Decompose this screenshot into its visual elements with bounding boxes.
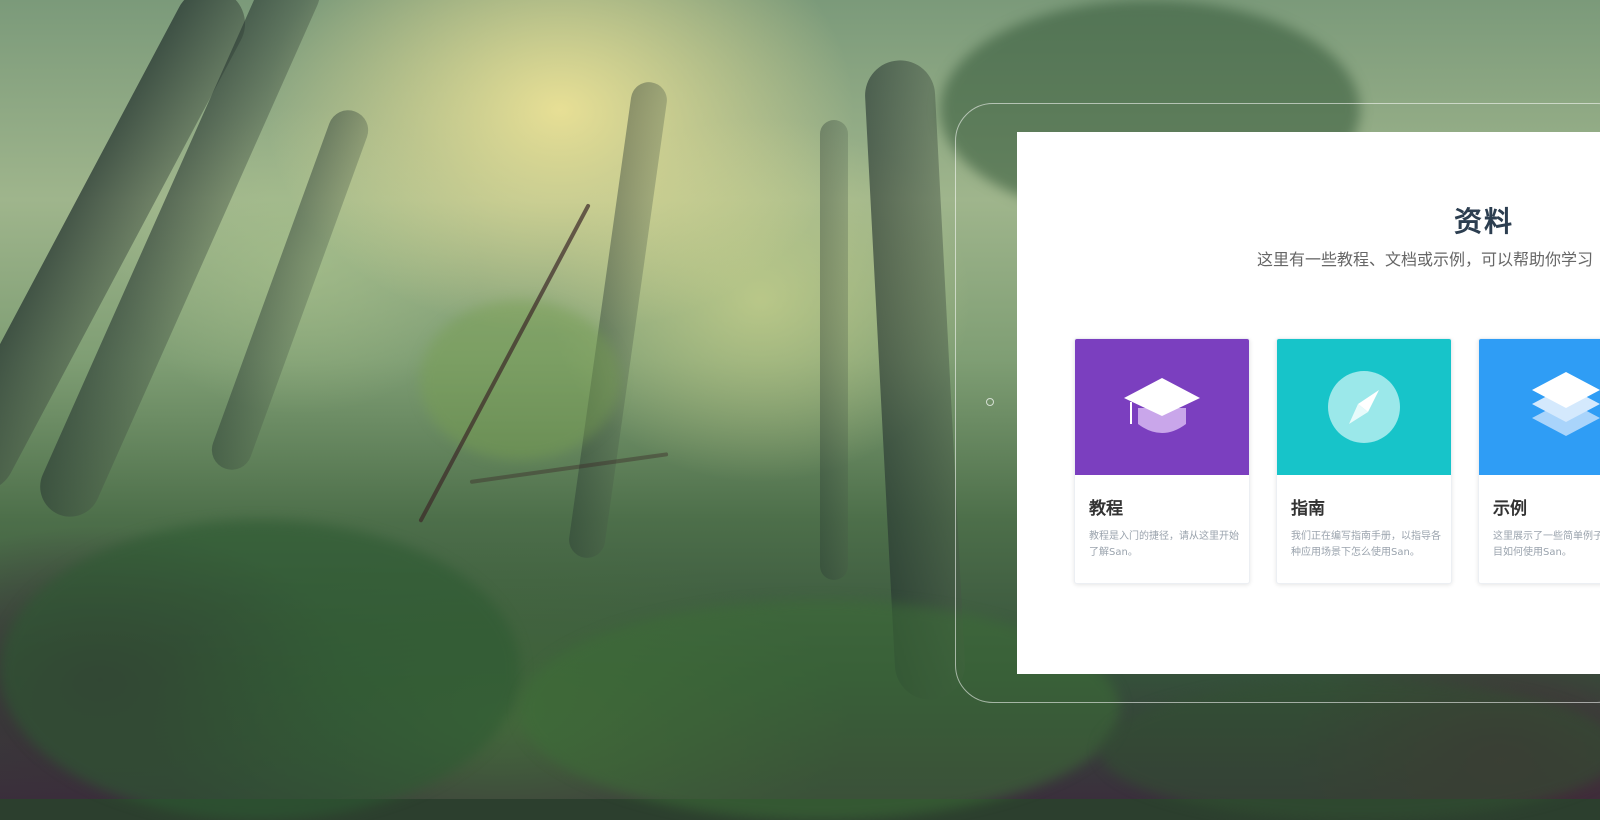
compass-icon <box>1328 371 1400 443</box>
card-cover <box>1479 339 1600 475</box>
layers-icon <box>1532 372 1600 436</box>
card-examples[interactable]: 示例 这里展示了一些简单例子，实际项目如何使用San。 <box>1478 338 1600 584</box>
card-description: 教程是入门的捷径，请从这里开始了解San。 <box>1089 531 1239 558</box>
card-description: 这里展示了一些简单例子，实际项目如何使用San。 <box>1493 531 1600 558</box>
resources-panel: 资料 这里有一些教程、文档或示例，可以帮助你学习 教程 教程是入门的捷径，请从这… <box>1017 132 1600 674</box>
device-frame-camera <box>986 398 994 406</box>
graduation-cap-icon <box>1124 378 1200 433</box>
card-guide[interactable]: 指南 我们正在编写指南手册，以指导各种应用场景下怎么使用San。 <box>1276 338 1452 584</box>
card-cover <box>1075 339 1249 475</box>
card-title: 指南 <box>1291 499 1325 519</box>
panel-title: 资料 <box>1453 205 1514 238</box>
card-tutorial[interactable]: 教程 教程是入门的捷径，请从这里开始了解San。 <box>1074 338 1250 584</box>
card-description: 我们正在编写指南手册，以指导各种应用场景下怎么使用San。 <box>1291 531 1441 558</box>
card-title: 教程 <box>1089 499 1123 519</box>
panel-subtitle: 这里有一些教程、文档或示例，可以帮助你学习 <box>1257 250 1594 269</box>
card-cover <box>1277 339 1451 475</box>
card-title: 示例 <box>1493 499 1527 519</box>
